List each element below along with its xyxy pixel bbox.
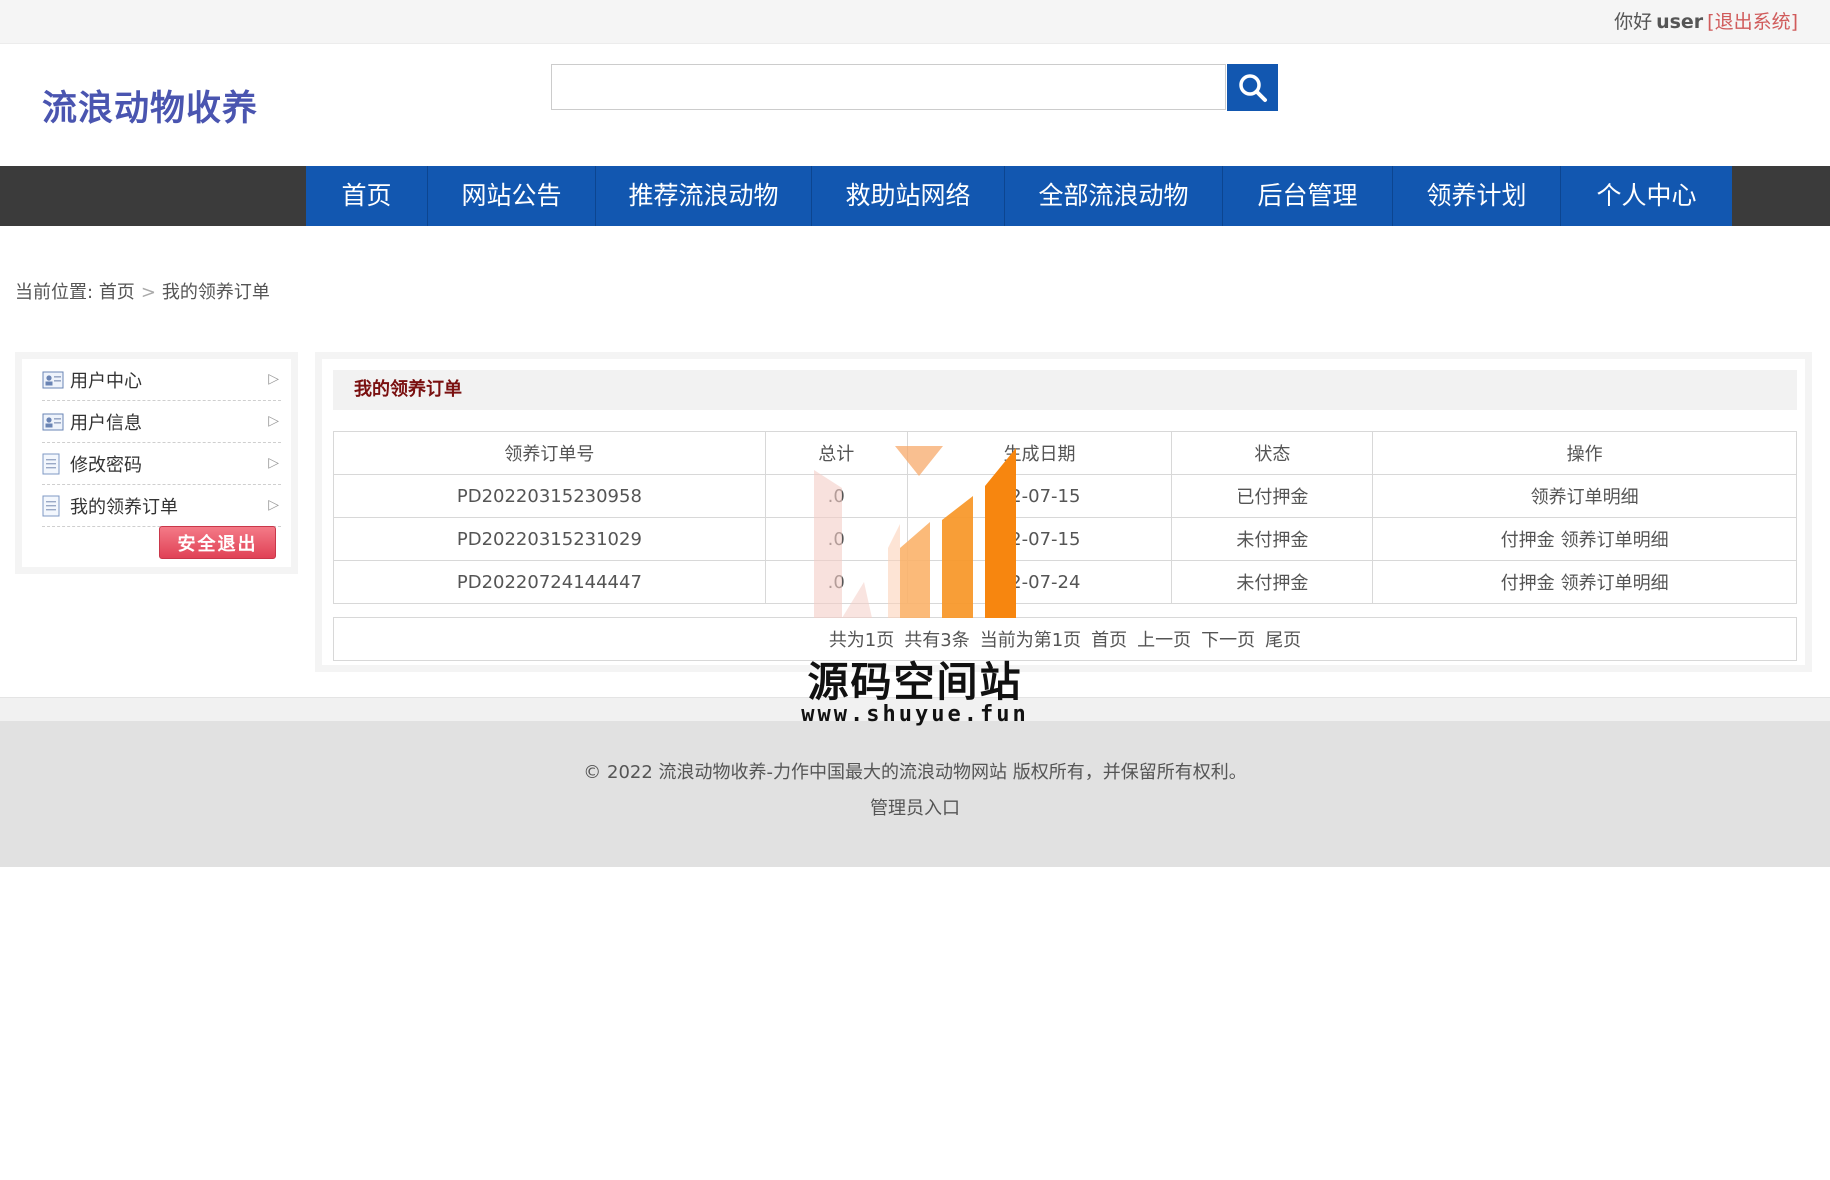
pay-deposit-link[interactable]: 付押金	[1501, 573, 1555, 594]
user-sidebar: 用户中心 ▷ 用户信息 ▷ 修改密码 ▷ 我的领养订单 ▷ 安全退出	[15, 352, 298, 574]
order-detail-link[interactable]: 领养订单明细	[1561, 573, 1669, 594]
table-row: PD20220724144447 .0 22-07-24 未付押金 付押金 领养订…	[333, 560, 1797, 604]
nav-item-all-animals[interactable]: 全部流浪动物	[1005, 166, 1223, 226]
id-card-icon	[42, 411, 64, 433]
status-cell: 未付押金	[1171, 517, 1374, 561]
sidebar-item-my-adoption-orders[interactable]: 我的领养订单 ▷	[42, 485, 281, 527]
total-cell: .0	[764, 517, 908, 561]
date-cell: 22-07-15	[906, 517, 1173, 561]
document-icon	[42, 495, 64, 517]
main-nav: 首页 网站公告 推荐流浪动物 救助站网络 全部流浪动物 后台管理 领养计划 个人…	[306, 166, 1732, 226]
actions-cell: 领养订单明细	[1372, 474, 1797, 518]
pager-total-pages: 共为1页	[828, 630, 895, 651]
column-header-actions: 操作	[1372, 431, 1797, 475]
search-button[interactable]	[1227, 64, 1278, 111]
orders-table: 领养订单号 总计 生成日期 状态 操作 PD20220315230958 .0 …	[333, 431, 1797, 604]
breadcrumb-current: 我的领养订单	[161, 282, 270, 303]
footer-divider	[0, 697, 1830, 722]
main-navbar: 首页 网站公告 推荐流浪动物 救助站网络 全部流浪动物 后台管理 领养计划 个人…	[0, 166, 1830, 226]
sidebar-item-change-password[interactable]: 修改密码 ▷	[42, 443, 281, 485]
chevron-right-icon: ▷	[268, 455, 279, 471]
nav-item-recommended-animals[interactable]: 推荐流浪动物	[596, 166, 812, 226]
breadcrumb-prefix: 当前位置:	[15, 282, 94, 303]
breadcrumb: 当前位置: 首页 > 我的领养订单	[15, 278, 270, 304]
table-row: PD20220315231029 .0 22-07-15 未付押金 付押金 领养订…	[333, 517, 1797, 561]
total-cell: .0	[764, 560, 908, 604]
breadcrumb-home[interactable]: 首页	[99, 282, 135, 303]
id-card-icon	[42, 369, 64, 391]
table-row: PD20220315230958 .0 22-07-15 已付押金 领养订单明细	[333, 474, 1797, 518]
nav-item-rescue-stations[interactable]: 救助站网络	[812, 166, 1005, 226]
sidebar-item-label: 我的领养订单	[70, 496, 178, 518]
pay-deposit-link[interactable]: 付押金	[1501, 530, 1555, 551]
chevron-right-icon: ▷	[268, 497, 279, 513]
column-header-total: 总计	[764, 431, 908, 475]
nav-item-admin[interactable]: 后台管理	[1223, 166, 1393, 226]
pager-total-items: 共有3条	[904, 630, 970, 651]
orders-panel: 我的领养订单 领养订单号 总计 生成日期 状态 操作 PD20220315230…	[315, 352, 1812, 672]
user-greeting: 你好 user [退出系统]	[1614, 7, 1798, 34]
pager-current-page: 当前为第1页	[979, 630, 1082, 651]
breadcrumb-separator: >	[140, 282, 156, 303]
pager-last-link[interactable]: 尾页	[1265, 626, 1301, 652]
column-header-order-no: 领养订单号	[333, 431, 766, 475]
pager-prev-link[interactable]: 上一页	[1137, 626, 1191, 652]
nav-item-announcements[interactable]: 网站公告	[428, 166, 596, 226]
sidebar-item-label: 修改密码	[70, 454, 142, 476]
sidebar-item-label: 用户中心	[70, 370, 142, 392]
chevron-right-icon: ▷	[268, 371, 279, 387]
greeting-text: 你好	[1614, 11, 1653, 33]
logout-link[interactable]: [退出系统]	[1707, 11, 1798, 33]
search-icon	[1238, 73, 1267, 102]
column-header-date: 生成日期	[906, 431, 1173, 475]
status-cell: 已付押金	[1171, 474, 1374, 518]
total-cell: .0	[764, 474, 908, 518]
status-cell: 未付押金	[1171, 560, 1374, 604]
pagination: 共为1页 共有3条 当前为第1页 首页 上一页 下一页 尾页	[333, 617, 1797, 661]
username: user	[1656, 11, 1704, 33]
site-logo[interactable]: 流浪动物收养	[42, 80, 258, 131]
column-header-status: 状态	[1171, 431, 1374, 475]
admin-entry-link[interactable]: 管理员入口	[0, 794, 1830, 820]
copyright-text: © 2022 流浪动物收养-力作中国最大的流浪动物网站 版权所有，并保留所有权利…	[583, 762, 1247, 783]
table-header-row: 领养订单号 总计 生成日期 状态 操作	[333, 431, 1797, 475]
chevron-right-icon: ▷	[268, 413, 279, 429]
document-icon	[42, 453, 64, 475]
order-no-cell: PD20220724144447	[333, 560, 766, 604]
search-input[interactable]	[551, 64, 1226, 110]
order-detail-link[interactable]: 领养订单明细	[1561, 530, 1669, 551]
order-no-cell: PD20220315231029	[333, 517, 766, 561]
order-detail-link[interactable]: 领养订单明细	[1531, 487, 1639, 508]
site-footer: © 2022 流浪动物收养-力作中国最大的流浪动物网站 版权所有，并保留所有权利…	[0, 721, 1830, 867]
actions-cell: 付押金 领养订单明细	[1372, 560, 1797, 604]
sidebar-item-label: 用户信息	[70, 412, 142, 434]
order-no-cell: PD20220315230958	[333, 474, 766, 518]
nav-item-personal-center[interactable]: 个人中心	[1561, 166, 1732, 226]
actions-cell: 付押金 领养订单明细	[1372, 517, 1797, 561]
nav-item-adoption-plan[interactable]: 领养计划	[1393, 166, 1561, 226]
sidebar-item-user-info[interactable]: 用户信息 ▷	[42, 401, 281, 443]
date-cell: 22-07-15	[906, 474, 1173, 518]
pager-first-link[interactable]: 首页	[1091, 626, 1127, 652]
sidebar-item-user-center[interactable]: 用户中心 ▷	[42, 359, 281, 401]
pager-next-link[interactable]: 下一页	[1201, 626, 1255, 652]
date-cell: 22-07-24	[906, 560, 1173, 604]
panel-title: 我的领养订单	[333, 370, 1797, 410]
safe-exit-button[interactable]: 安全退出	[159, 526, 276, 559]
top-bar: 你好 user [退出系统]	[0, 0, 1830, 44]
nav-item-home[interactable]: 首页	[306, 166, 428, 226]
